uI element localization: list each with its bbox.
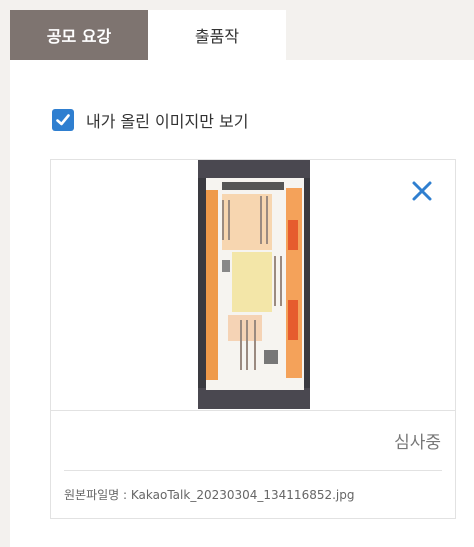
entries-panel: 내가 올린 이미지만 보기 심사중 원본파일명: KakaoTalk_2023… — [10, 60, 474, 547]
tab-contest-guide-label: 공모 요강 — [46, 27, 112, 46]
tab-bar: 공모 요강 출품작 — [10, 10, 286, 60]
divider — [64, 470, 442, 471]
entry-thumbnail[interactable] — [198, 160, 310, 409]
tab-entries[interactable]: 출품작 — [148, 10, 286, 60]
my-images-filter[interactable]: 내가 올린 이미지만 보기 — [52, 108, 248, 132]
tab-contest-guide[interactable]: 공모 요강 — [10, 10, 148, 60]
tab-entries-label: 출품작 — [194, 27, 240, 46]
my-images-filter-label: 내가 올린 이미지만 보기 — [86, 112, 249, 131]
original-filename: 원본파일명 : KakaoTalk_20230304_134116852.jpg — [64, 486, 355, 503]
entry-image-area — [51, 160, 455, 411]
filename-label: 원본파일명 : — [64, 488, 128, 502]
filename-value: KakaoTalk_20230304_134116852.jpg — [130, 488, 355, 502]
close-icon — [412, 181, 432, 201]
entry-card: 심사중 원본파일명 : KakaoTalk_20230304_134116852… — [50, 159, 456, 519]
check-icon — [56, 114, 70, 126]
my-images-checkbox[interactable] — [52, 109, 74, 131]
delete-entry-button[interactable] — [409, 178, 435, 204]
review-status: 심사중 — [394, 433, 441, 453]
